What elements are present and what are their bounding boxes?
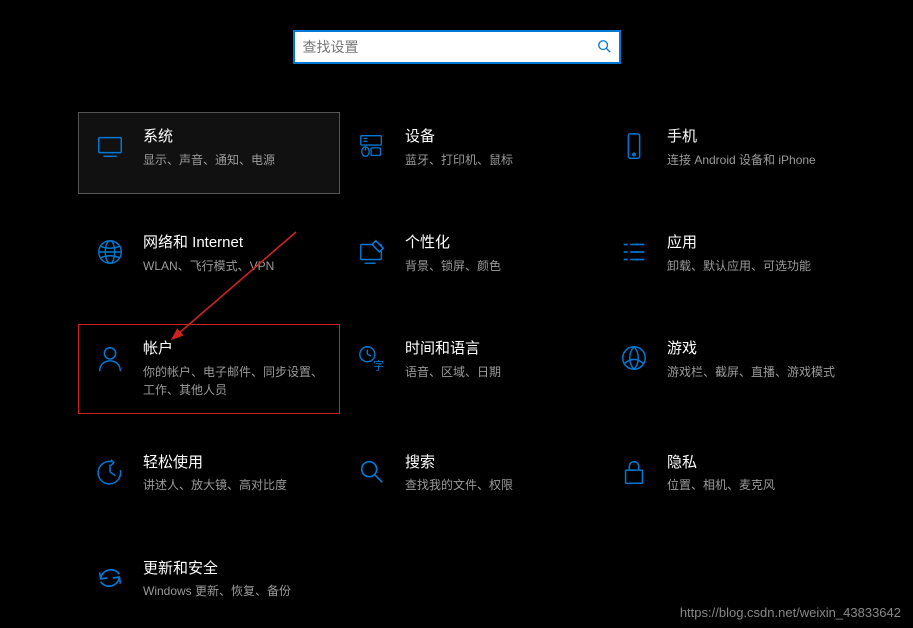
tile-desc: 显示、声音、通知、电源 xyxy=(143,151,323,169)
tile-update-security[interactable]: 更新和安全 Windows 更新、恢复、备份 xyxy=(78,544,340,626)
tile-personalization[interactable]: 个性化 背景、锁屏、颜色 xyxy=(340,218,602,300)
search-box[interactable] xyxy=(293,30,621,64)
search-icon xyxy=(597,39,611,56)
tile-title: 个性化 xyxy=(405,233,585,253)
tile-desc: WLAN、飞行模式、VPN xyxy=(143,257,323,275)
tile-desc: 游戏栏、截屏、直播、游戏模式 xyxy=(667,363,847,381)
search-input[interactable] xyxy=(303,39,597,55)
tile-desc: 位置、相机、麦克风 xyxy=(667,476,847,494)
tile-title: 手机 xyxy=(667,127,847,147)
tile-desc: 你的帐户、电子邮件、同步设置、工作、其他人员 xyxy=(143,363,323,399)
tile-desc: 语音、区域、日期 xyxy=(405,363,585,381)
tile-title: 应用 xyxy=(667,233,847,253)
phone-icon xyxy=(617,129,651,163)
privacy-icon xyxy=(617,455,651,489)
system-icon xyxy=(93,129,127,163)
tile-desc: Windows 更新、恢复、备份 xyxy=(143,582,323,600)
tile-ease-of-access[interactable]: 轻松使用 讲述人、放大镜、高对比度 xyxy=(78,438,340,520)
search-container xyxy=(0,0,913,112)
tile-title: 搜索 xyxy=(405,453,585,473)
tile-title: 时间和语言 xyxy=(405,339,585,359)
accounts-icon xyxy=(93,341,127,375)
apps-icon xyxy=(617,235,651,269)
tile-desc: 蓝牙、打印机、鼠标 xyxy=(405,151,585,169)
tile-accounts[interactable]: 帐户 你的帐户、电子邮件、同步设置、工作、其他人员 xyxy=(78,324,340,414)
tile-title: 隐私 xyxy=(667,453,847,473)
svg-text:字: 字 xyxy=(373,358,384,372)
tile-desc: 讲述人、放大镜、高对比度 xyxy=(143,476,323,494)
tile-title: 游戏 xyxy=(667,339,847,359)
personalization-icon xyxy=(355,235,389,269)
tile-network[interactable]: 网络和 Internet WLAN、飞行模式、VPN xyxy=(78,218,340,300)
tile-desc: 连接 Android 设备和 iPhone xyxy=(667,151,847,169)
tile-title: 设备 xyxy=(405,127,585,147)
ease-of-access-icon xyxy=(93,455,127,489)
tile-title: 更新和安全 xyxy=(143,559,323,579)
tile-title: 系统 xyxy=(143,127,323,147)
settings-grid: 系统 显示、声音、通知、电源 设备 蓝牙、打印机、鼠标 手机 连接 Androi… xyxy=(0,112,913,626)
network-icon xyxy=(93,235,127,269)
tile-gaming[interactable]: 游戏 游戏栏、截屏、直播、游戏模式 xyxy=(602,324,864,414)
tile-system[interactable]: 系统 显示、声音、通知、电源 xyxy=(78,112,340,194)
time-language-icon: 字 xyxy=(355,341,389,375)
tile-apps[interactable]: 应用 卸载、默认应用、可选功能 xyxy=(602,218,864,300)
tile-desc: 背景、锁屏、颜色 xyxy=(405,257,585,275)
tile-privacy[interactable]: 隐私 位置、相机、麦克风 xyxy=(602,438,864,520)
tile-title: 轻松使用 xyxy=(143,453,323,473)
tile-phone[interactable]: 手机 连接 Android 设备和 iPhone xyxy=(602,112,864,194)
search-tile-icon xyxy=(355,455,389,489)
tile-search[interactable]: 搜索 查找我的文件、权限 xyxy=(340,438,602,520)
tile-title: 网络和 Internet xyxy=(143,233,323,253)
tile-devices[interactable]: 设备 蓝牙、打印机、鼠标 xyxy=(340,112,602,194)
gaming-icon xyxy=(617,341,651,375)
tile-title: 帐户 xyxy=(143,339,323,359)
watermark: https://blog.csdn.net/weixin_43833642 xyxy=(680,605,901,620)
devices-icon xyxy=(355,129,389,163)
tile-desc: 查找我的文件、权限 xyxy=(405,476,585,494)
tile-time-language[interactable]: 字 时间和语言 语音、区域、日期 xyxy=(340,324,602,414)
tile-desc: 卸载、默认应用、可选功能 xyxy=(667,257,847,275)
update-icon xyxy=(93,561,127,595)
